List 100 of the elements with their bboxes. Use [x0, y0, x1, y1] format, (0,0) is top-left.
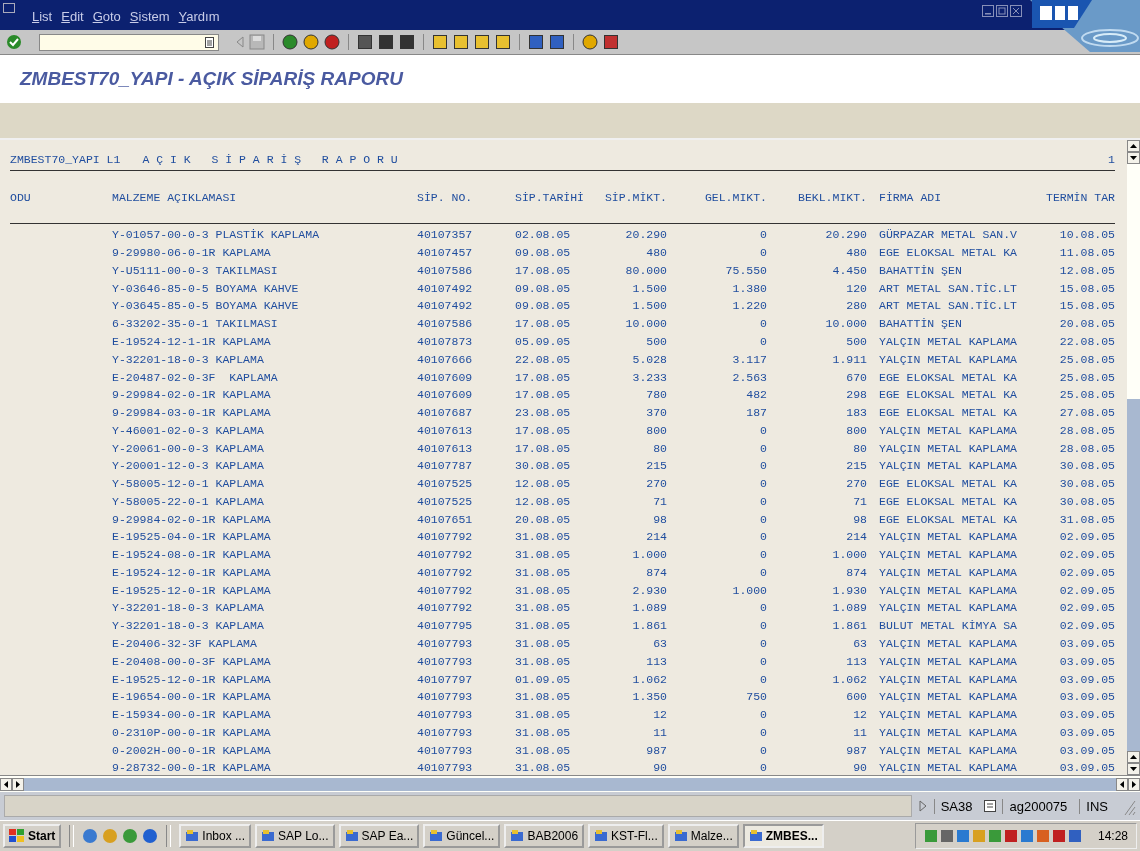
taskbar-button[interactable]: ZMBES... — [742, 824, 824, 848]
menu-item[interactable]: List — [32, 9, 53, 24]
table-cell-text: 0 — [759, 317, 767, 331]
table-cell-text: 71 — [652, 494, 667, 508]
scroll-down-icon[interactable] — [1127, 763, 1140, 775]
table-cell-text: 750 — [745, 690, 767, 704]
taskbar-button[interactable]: KST-Fl... — [588, 824, 664, 848]
table-cell-text: 480 — [645, 246, 667, 260]
taskbar-button[interactable]: SAP Lo... — [255, 824, 335, 848]
column-header: SİP.MİKT. — [603, 190, 667, 204]
tray-icon[interactable] — [1051, 829, 1066, 843]
expand-icon[interactable] — [917, 800, 928, 812]
tray-icon[interactable] — [1067, 829, 1082, 843]
table-cell-text: 987 — [645, 743, 667, 757]
scrollbar-thumb[interactable] — [1127, 398, 1140, 751]
column-header: ODU — [10, 190, 32, 204]
report-heading: A Ç I K S İ P A R İ Ş R A P O R U — [142, 152, 398, 166]
table-cell-text: 9-29984-02-0-1R KAPLAMA — [112, 388, 272, 402]
table-cell-text: 500 — [845, 334, 867, 348]
table-cell-text: 20.290 — [824, 228, 867, 242]
table-cell-text: 215 — [845, 459, 867, 473]
table-cell-text: 0 — [759, 459, 767, 473]
table-cell-text: 1.089 — [831, 601, 867, 615]
scroll-left-icon[interactable] — [1116, 777, 1128, 791]
menu-item[interactable]: Sistem — [129, 9, 170, 24]
table-cell-text: 482 — [745, 388, 767, 402]
table-cell-text: 40107792 — [417, 565, 474, 579]
table-cell-text: 270 — [645, 477, 667, 491]
taskbar-button[interactable]: Güncel... — [423, 824, 501, 848]
table-cell-text: 17.08.05 — [515, 423, 572, 437]
table-cell-text: 40107793 — [417, 725, 474, 739]
menu-item[interactable]: Edit — [61, 9, 84, 24]
table-cell-text: 40107525 — [417, 494, 474, 508]
scroll-right-icon[interactable] — [1128, 777, 1140, 791]
tray-icon[interactable] — [939, 829, 954, 843]
table-cell-text: 1.380 — [731, 281, 767, 295]
column-header: GEL.MIKT. — [703, 190, 767, 204]
table-cell-text: E-19525-04-0-1R KAPLAMA — [112, 530, 272, 544]
table-cell-text: 80.000 — [624, 263, 667, 277]
table-cell-text: 20.08.05 — [1058, 317, 1115, 331]
table-cell-text: 0 — [759, 743, 767, 757]
table-cell-text: 0 — [759, 334, 767, 348]
table-cell-text: 63 — [652, 637, 667, 650]
scroll-up-icon[interactable] — [1127, 140, 1140, 152]
system-menu-icon[interactable] — [3, 3, 15, 13]
taskbar-button[interactable]: Inbox ... — [179, 824, 252, 848]
quick-launch-icon[interactable] — [82, 828, 99, 844]
table-cell-text: E-19654-00-0-1R KAPLAMA — [112, 690, 272, 704]
maximize-icon[interactable] — [996, 5, 1008, 17]
insert-mode: INS — [1079, 798, 1114, 814]
table-cell-text: 12 — [852, 708, 867, 722]
quick-launch-icon[interactable] — [142, 828, 159, 844]
table-cell-text: 215 — [645, 459, 667, 473]
clock: 14:28 — [1097, 829, 1128, 843]
table-cell-text: 40107792 — [417, 601, 474, 615]
tray-icon[interactable] — [1019, 829, 1034, 843]
table-cell-text: 9-29984-03-0-1R KAPLAMA — [112, 406, 272, 420]
table-cell-text: Y-03646-85-0-5 BOYAMA KAHVE — [112, 281, 300, 295]
table-cell-text: E-19524-08-0-1R KAPLAMA — [112, 548, 272, 562]
taskbar-button[interactable]: SAP Ea... — [338, 824, 420, 848]
table-cell-text: 40107793 — [417, 743, 474, 757]
taskbar-button[interactable]: BAB2006 — [504, 824, 585, 848]
scroll-up-icon[interactable] — [1127, 751, 1140, 763]
table-cell-text: 22.08.05 — [515, 352, 572, 366]
table-cell-text: 11 — [852, 725, 867, 739]
table-cell-text: 0 — [759, 672, 767, 686]
table-cell-text: 31.08.05 — [515, 619, 572, 633]
command-field[interactable] — [39, 33, 219, 51]
enter-icon[interactable] — [6, 34, 22, 50]
menu-item[interactable]: Yardım — [178, 9, 220, 24]
table-cell-text: 31.08.05 — [515, 743, 572, 757]
table-cell-text: 600 — [845, 690, 867, 704]
table-cell-text: 40107613 — [417, 441, 474, 455]
screen-title: ZMBEST70_YAPI - AÇIK SİPARİŞ RAPORU — [20, 68, 403, 90]
table-cell-text: Y-01057-00-0-3 PLASTİK KAPLAMA — [112, 228, 321, 242]
table-cell-text: 500 — [645, 334, 667, 348]
table-cell-text: 0 — [759, 228, 767, 242]
scroll-down-icon[interactable] — [1127, 152, 1140, 164]
table-cell-text: 31.08.05 — [515, 725, 572, 739]
table-cell-text: 31.08.05 — [515, 601, 572, 615]
table-cell-text: 23.08.05 — [515, 406, 572, 420]
tray-icon[interactable] — [955, 829, 970, 843]
table-cell-text: E-19525-12-0-1R KAPLAMA — [112, 672, 272, 686]
table-cell-text: 3.117 — [731, 352, 767, 366]
column-header: SİP.TARİHİ — [515, 190, 585, 204]
scrollbar-thumb[interactable] — [24, 777, 1116, 791]
table-cell-text: 40107457 — [417, 246, 474, 260]
table-cell-text: 17.08.05 — [515, 441, 572, 455]
scroll-left-icon[interactable] — [0, 777, 12, 791]
start-button[interactable]: Start — [3, 824, 62, 848]
table-cell-text: 4.450 — [831, 263, 867, 277]
table-cell-text: 0 — [759, 708, 767, 722]
tray-icon[interactable] — [1003, 829, 1018, 843]
table-cell-text: 10.000 — [824, 317, 867, 331]
menu-item[interactable]: Goto — [92, 9, 121, 24]
scroll-right-icon[interactable] — [12, 777, 24, 791]
taskbar-button[interactable]: Malze... — [667, 824, 739, 848]
minimize-icon[interactable] — [982, 5, 994, 17]
table-cell-text: Y-32201-18-0-3 KAPLAMA — [112, 352, 265, 366]
close-icon[interactable] — [1010, 5, 1022, 17]
